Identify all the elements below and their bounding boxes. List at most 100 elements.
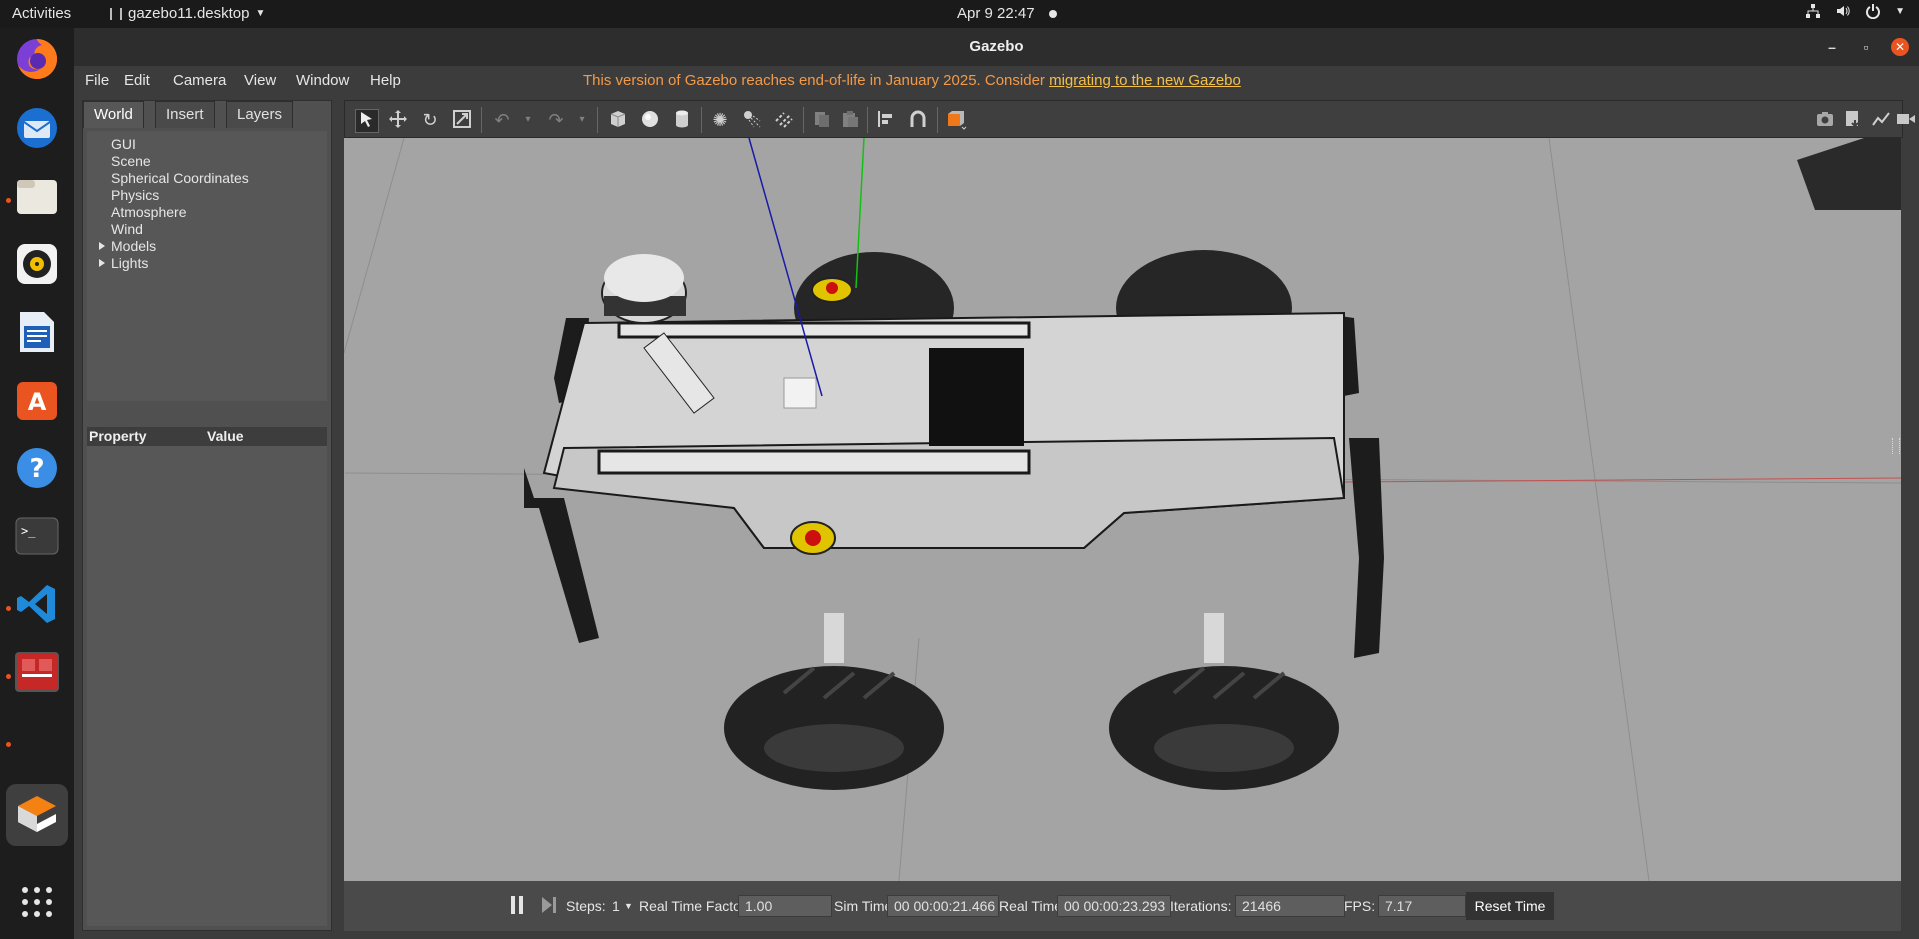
redo-icon[interactable]: ↷	[545, 109, 567, 131]
minimize-icon[interactable]: –	[1823, 38, 1841, 56]
power-icon	[1866, 4, 1881, 19]
viewport-splitter[interactable]	[1892, 438, 1900, 454]
tree-item-scene[interactable]: Scene	[111, 153, 151, 170]
suspension-spring	[1204, 613, 1224, 663]
tab-insert[interactable]: Insert	[155, 101, 215, 128]
reset-time-button[interactable]: Reset Time	[1466, 892, 1554, 920]
eol-notice-link[interactable]: migrating to the new Gazebo	[1049, 72, 1241, 89]
wheel-hub	[764, 724, 904, 772]
tree-item-physics[interactable]: Physics	[111, 187, 159, 204]
menu-help[interactable]: Help	[370, 72, 401, 89]
rotate-icon[interactable]: ↻	[419, 109, 441, 131]
scale-icon[interactable]	[451, 109, 473, 131]
menu-file[interactable]: File	[85, 72, 109, 89]
activities-button[interactable]: Activities	[12, 5, 71, 22]
app-center-icon[interactable]: A	[13, 376, 61, 424]
tree-item-atmosphere[interactable]: Atmosphere	[111, 204, 186, 221]
files-icon[interactable]	[13, 172, 61, 220]
rhythmbox-icon[interactable]	[13, 240, 61, 288]
terminal-icon[interactable]: >_	[13, 512, 61, 560]
step-icon[interactable]	[540, 896, 558, 914]
fps-value: 7.17	[1385, 898, 1413, 914]
screenshot-icon[interactable]	[1814, 109, 1836, 131]
log-icon[interactable]	[1842, 109, 1864, 131]
running-indicator	[6, 198, 11, 203]
snap-icon[interactable]	[907, 109, 929, 131]
firefox-icon[interactable]	[13, 35, 61, 83]
tree-item-lights-label: Lights	[111, 255, 149, 271]
undo-history-icon[interactable]: ▾	[517, 109, 539, 131]
steps-label: Steps:	[566, 898, 606, 914]
show-apps-icon[interactable]	[13, 878, 61, 926]
scene-viewport[interactable]	[344, 138, 1901, 881]
black-panel	[929, 348, 1024, 446]
toolbar-separator	[803, 107, 804, 133]
redo-history-icon[interactable]: ▾	[571, 109, 593, 131]
wheel-hub	[1154, 724, 1294, 772]
close-icon[interactable]: ✕	[1891, 38, 1909, 56]
maximize-icon[interactable]: ▫	[1857, 38, 1875, 56]
cylinder-icon[interactable]	[671, 109, 693, 131]
eol-notice: This version of Gazebo reaches end-of-li…	[583, 72, 1241, 89]
sim-time-field: 00 00:00:21.466	[887, 895, 999, 917]
left-panel: World Insert Layers GUI Scene Spherical …	[82, 100, 332, 931]
running-indicator	[6, 674, 11, 679]
align-icon[interactable]	[875, 109, 897, 131]
undo-icon[interactable]: ↶	[491, 109, 513, 131]
directional-light-icon[interactable]	[773, 109, 795, 131]
emergency-stop-top-button	[826, 282, 838, 294]
gazebo-icon[interactable]	[6, 784, 68, 846]
chevron-down-icon: ▼	[255, 8, 266, 19]
tab-layers[interactable]: Layers	[226, 101, 294, 128]
toolbar-separator	[701, 107, 702, 133]
tab-world[interactable]: World	[83, 101, 144, 128]
tree-item-models[interactable]: Models	[99, 238, 156, 255]
pause-icon[interactable]	[511, 896, 525, 914]
writer-icon[interactable]	[13, 308, 61, 356]
world-tree: GUI Scene Spherical Coordinates Physics …	[87, 131, 327, 401]
menu-camera[interactable]: Camera	[173, 72, 226, 89]
window-titlebar[interactable]: Gazebo – ▫ ✕	[74, 28, 1919, 66]
spot-light-icon[interactable]	[741, 109, 763, 131]
menu-edit[interactable]: Edit	[124, 72, 150, 89]
toolbar-separator	[597, 107, 598, 133]
svg-text:?: ?	[29, 454, 44, 484]
help-icon[interactable]: ?	[13, 444, 61, 492]
expand-arrow-icon[interactable]	[99, 259, 105, 267]
system-tray[interactable]: ▼	[1805, 3, 1905, 19]
tree-item-wind[interactable]: Wind	[111, 221, 143, 238]
sphere-icon[interactable]	[639, 109, 661, 131]
plot-icon[interactable]	[1870, 109, 1892, 131]
expand-arrow-icon[interactable]	[99, 242, 105, 250]
gazebo-window: Gazebo – ▫ ✕ File Edit Camera View Windo…	[74, 28, 1919, 939]
copy-icon[interactable]	[811, 109, 833, 131]
menu-window[interactable]: Window	[296, 72, 349, 89]
steps-value[interactable]: 1	[612, 898, 620, 914]
app-icon[interactable]	[13, 648, 61, 696]
paste-icon[interactable]	[839, 109, 861, 131]
toolbar-separator	[937, 107, 938, 133]
box-icon[interactable]	[607, 109, 629, 131]
record-icon[interactable]	[1896, 109, 1916, 131]
thunderbird-icon[interactable]	[13, 104, 61, 152]
chevron-down-icon[interactable]: ▼	[624, 901, 633, 911]
point-light-icon[interactable]: ✺	[709, 109, 731, 131]
translate-icon[interactable]	[387, 109, 409, 131]
clock[interactable]: Apr 9 22:47	[957, 5, 1057, 22]
app-menu-grip-icon	[110, 7, 122, 20]
app-menu[interactable]: gazebo11.desktop ▼	[110, 5, 265, 22]
vscode-icon[interactable]	[13, 580, 61, 628]
chevron-down-icon: ▼	[1895, 5, 1905, 17]
select-icon[interactable]	[355, 109, 379, 133]
menu-view[interactable]: View	[244, 72, 276, 89]
tree-item-lights[interactable]: Lights	[99, 255, 149, 272]
real-time-factor-label: Real Time Factor:	[639, 898, 750, 914]
lidar-top	[604, 254, 684, 302]
network-icon	[1806, 4, 1821, 18]
tree-item-gui[interactable]: GUI	[111, 136, 136, 153]
tree-item-spherical-coordinates[interactable]: Spherical Coordinates	[111, 170, 249, 187]
svg-text:A: A	[28, 388, 47, 416]
system-top-bar: Activities gazebo11.desktop ▼ Apr 9 22:4…	[0, 0, 1919, 28]
scene-render[interactable]	[344, 138, 1901, 881]
view-angle-icon[interactable]	[945, 109, 967, 131]
